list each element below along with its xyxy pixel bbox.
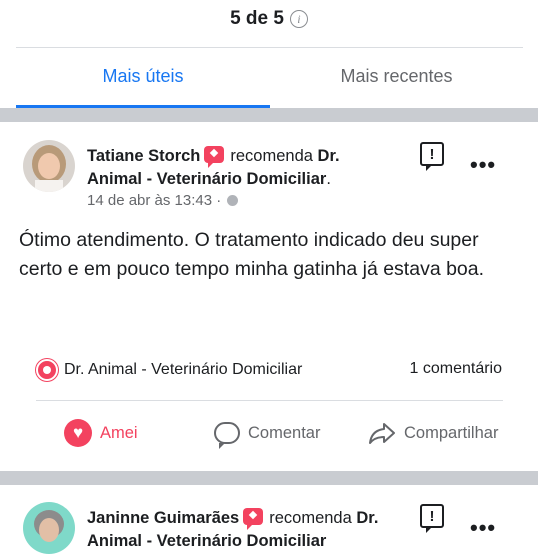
review-header: Janinne Guimarães recomenda Dr. Animal - … [87,507,407,553]
meta-separator: · [212,192,226,209]
review-text: Ótimo atendimento. O tratamento indicado… [19,229,485,280]
page-name-part1[interactable]: Dr. [318,147,340,165]
share-button[interactable]: Compartilhar [368,419,498,447]
recommend-verb: recomenda [230,147,313,165]
page-name-part2[interactable]: Animal - Veterinário Domiciliar [87,170,326,188]
love-button[interactable]: Amei [64,419,138,447]
reaction-page-name: Dr. Animal - Veterinário Domiciliar [64,361,303,378]
comment-button[interactable]: Comentar [214,419,321,449]
more-options-icon[interactable]: ••• [470,517,496,539]
author-name[interactable]: Tatiane Storch [87,147,200,165]
review-header: Tatiane Storch recomenda Dr. Animal - Vet… [87,145,407,191]
globe-icon [227,195,239,206]
more-options-icon[interactable]: ••• [470,154,496,176]
rating-text: 5 de 5 [230,8,284,29]
avatar[interactable] [23,140,75,192]
review-date[interactable]: 14 de abr às 13:43 [87,192,212,209]
share-label: Compartilhar [404,423,499,442]
page-name-part2[interactable]: Animal - Veterinário Domiciliar [87,532,326,550]
comment-label: Comentar [248,423,321,442]
section-separator [0,471,538,485]
avatar[interactable] [23,502,75,554]
reaction-summary[interactable]: Dr. Animal - Veterinário Domiciliar [36,359,302,381]
love-icon [64,419,92,447]
recommend-icon [204,146,225,168]
recommend-badge-icon [36,359,58,381]
page-name-part1[interactable]: Dr. [356,509,378,527]
share-icon [369,423,395,444]
report-icon[interactable]: ! [420,142,444,171]
page-name-suffix: . [326,170,331,188]
tab-most-recent[interactable]: Mais recentes [270,66,523,90]
review-meta: 14 de abr às 13:43 · [87,192,239,209]
comments-count[interactable]: 1 comentário [410,360,503,378]
recommend-icon [243,508,264,530]
report-icon[interactable]: ! [420,504,444,533]
divider [16,47,523,48]
divider [36,400,503,401]
author-name[interactable]: Janinne Guimarães [87,509,239,527]
rating-summary: 5 de 5 i [0,6,538,32]
love-label: Amei [100,423,138,442]
recommend-verb: recomenda [269,509,352,527]
section-separator [0,108,538,122]
comment-icon [214,422,240,449]
tab-most-helpful[interactable]: Mais úteis [16,66,270,90]
info-icon[interactable]: i [289,10,308,28]
